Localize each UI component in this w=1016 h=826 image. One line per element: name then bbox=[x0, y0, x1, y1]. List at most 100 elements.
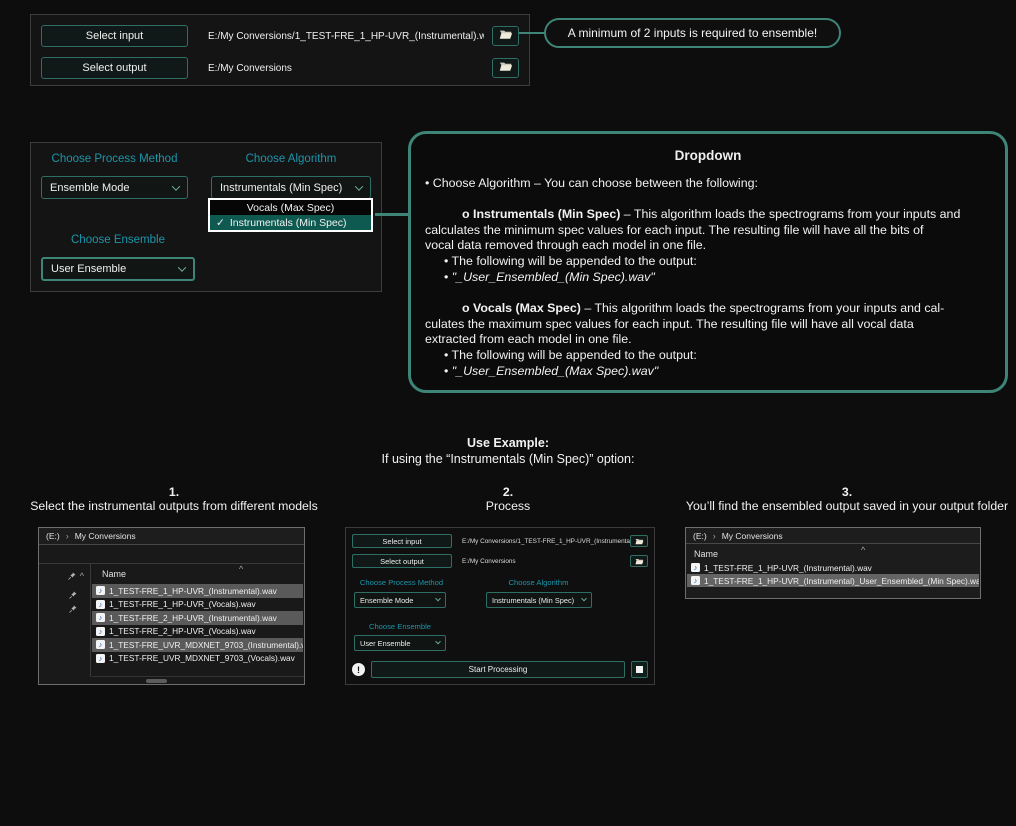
pin-icon bbox=[69, 605, 77, 613]
process-method-label: Choose Process Method bbox=[41, 153, 188, 165]
max-spec-suffix: "_User_Ensembled_(Max Spec).wav" bbox=[452, 364, 658, 378]
check-icon: ✓ bbox=[216, 217, 225, 229]
name-column-header[interactable]: Name bbox=[102, 569, 126, 579]
folder-icon bbox=[499, 59, 513, 77]
explorer-window-2: (E:) › My Conversions Name ^ ♪ 1_TEST-FR… bbox=[685, 527, 981, 599]
file-row[interactable]: ♪ 1_TEST-FRE_1_HP-UVR_(Instrumental).wav bbox=[92, 584, 303, 598]
audio-file-icon: ♪ bbox=[96, 627, 105, 636]
sort-caret-icon[interactable]: ^ bbox=[861, 547, 865, 553]
sort-caret-icon[interactable]: ^ bbox=[239, 566, 243, 572]
file-name: 1_TEST-FRE_UVR_MDXNET_9703_(Vocals).wav bbox=[109, 653, 295, 663]
min-spec-filename: • "_User_Ensembled_(Min Spec).wav" bbox=[425, 270, 991, 286]
dropdown-connector-line bbox=[375, 213, 408, 216]
browse-output-button[interactable] bbox=[492, 58, 519, 78]
file-row[interactable]: ♪ 1_TEST-FRE_1_HP-UVR_(Instrumental).wav bbox=[687, 561, 979, 574]
stop-icon bbox=[636, 666, 643, 673]
audio-file-icon: ♪ bbox=[96, 654, 105, 663]
file-name: 1_TEST-FRE_UVR_MDXNET_9703_(Instrumental… bbox=[109, 640, 303, 650]
algorithm-select[interactable]: Instrumentals (Min Spec) bbox=[211, 176, 371, 199]
browse-output-button[interactable] bbox=[630, 555, 648, 567]
name-column-header[interactable]: Name bbox=[694, 549, 718, 559]
ensemble-value: User Ensemble bbox=[51, 263, 126, 275]
select-output-button[interactable]: Select output bbox=[352, 554, 452, 568]
max-spec-line2: culates the maximum spec values for each… bbox=[425, 317, 991, 333]
process-method-label: Choose Process Method bbox=[354, 578, 449, 587]
pin-icon bbox=[69, 591, 77, 599]
ensemble-label: Choose Ensemble bbox=[41, 234, 195, 246]
use-example-title: Use Example: bbox=[0, 436, 1016, 450]
option-label: Instrumentals (Min Spec) bbox=[230, 217, 347, 229]
file-row[interactable]: ♪ 1_TEST-FRE_1_HP-UVR_(Instrumental)_Use… bbox=[687, 574, 979, 587]
pinned-item[interactable] bbox=[69, 605, 77, 613]
start-processing-button[interactable]: Start Processing bbox=[371, 661, 625, 678]
pinned-item[interactable] bbox=[69, 591, 77, 599]
folder-crumb[interactable]: My Conversions bbox=[722, 531, 783, 541]
file-name: 1_TEST-FRE_1_HP-UVR_(Instrumental).wav bbox=[704, 563, 872, 573]
min-spec-paragraph: o Instrumentals (Min Spec) – This algori… bbox=[425, 207, 991, 223]
file-name: 1_TEST-FRE_1_HP-UVR_(Instrumental).wav bbox=[109, 586, 277, 596]
min-spec-line3: vocal data removed through each model in… bbox=[425, 238, 991, 254]
max-spec-lead: o Vocals (Max Spec) bbox=[462, 301, 581, 315]
collapse-caret-icon[interactable]: ^ bbox=[80, 573, 84, 579]
bullet: • bbox=[444, 270, 452, 284]
horizontal-scrollbar-thumb[interactable] bbox=[146, 679, 167, 683]
drive-crumb[interactable]: (E:) bbox=[693, 531, 707, 541]
pin-icon bbox=[68, 572, 76, 580]
ensemble-select[interactable]: User Ensemble bbox=[354, 635, 446, 651]
file-row[interactable]: ♪ 1_TEST-FRE_UVR_MDXNET_9703_(Instrument… bbox=[92, 638, 303, 652]
explorer-window-1: (E:) › My Conversions ^ Name ^ ♪ 1_TEST-… bbox=[38, 527, 305, 685]
algorithm-option-vocals[interactable]: Vocals (Max Spec) bbox=[210, 200, 371, 215]
chevron-down-icon bbox=[581, 596, 587, 602]
output-path: E:/My Conversions bbox=[208, 63, 484, 74]
file-row[interactable]: ♪ 1_TEST-FRE_1_HP-UVR_(Vocals).wav bbox=[92, 598, 303, 612]
max-spec-filename: • "_User_Ensembled_(Max Spec).wav" bbox=[425, 364, 991, 380]
step-3-header: 3. You’ll find the ensembled output save… bbox=[678, 485, 1016, 513]
algorithm-label: Choose Algorithm bbox=[486, 578, 591, 587]
pinned-item[interactable]: ^ bbox=[68, 572, 84, 580]
audio-file-icon: ♪ bbox=[96, 586, 105, 595]
process-method-value: Ensemble Mode bbox=[360, 596, 413, 605]
audio-file-icon: ♪ bbox=[96, 613, 105, 622]
drive-crumb[interactable]: (E:) bbox=[46, 531, 60, 541]
bullet: • bbox=[444, 364, 452, 378]
file-row[interactable]: ♪ 1_TEST-FRE_UVR_MDXNET_9703_(Vocals).wa… bbox=[92, 652, 303, 666]
audio-file-icon: ♪ bbox=[96, 640, 105, 649]
process-method-select[interactable]: Ensemble Mode bbox=[354, 592, 446, 608]
min-spec-lead: o Instrumentals (Min Spec) bbox=[462, 207, 620, 221]
file-row[interactable]: ♪ 1_TEST-FRE_2_HP-UVR_(Vocals).wav bbox=[92, 625, 303, 639]
browse-input-button[interactable] bbox=[630, 535, 648, 547]
folder-crumb[interactable]: My Conversions bbox=[75, 531, 136, 541]
file-row[interactable]: ♪ 1_TEST-FRE_2_HP-UVR_(Instrumental).wav bbox=[92, 611, 303, 625]
algorithm-option-instrumentals[interactable]: ✓ Instrumentals (Min Spec) bbox=[210, 215, 371, 230]
ensemble-value: User Ensemble bbox=[360, 639, 411, 648]
select-input-button[interactable]: Select input bbox=[352, 534, 452, 548]
callout-connector-line bbox=[519, 32, 546, 34]
algorithm-value: Instrumentals (Min Spec) bbox=[220, 182, 342, 194]
output-path: E:/My Conversions bbox=[462, 558, 630, 565]
min-spec-line1: – This algorithm loads the spectrograms … bbox=[620, 207, 960, 221]
io-panel: Select input E:/My Conversions/1_TEST-FR… bbox=[30, 14, 530, 86]
output-row: Select output E:/My Conversions bbox=[41, 57, 519, 79]
process-method-select[interactable]: Ensemble Mode bbox=[41, 176, 188, 199]
min-spec-suffix: "_User_Ensembled_(Min Spec).wav" bbox=[452, 270, 655, 284]
ensemble-select[interactable]: User Ensemble bbox=[41, 257, 195, 281]
chevron-down-icon bbox=[435, 596, 441, 602]
step-number: 1. bbox=[3, 485, 345, 499]
horizontal-scrollbar[interactable] bbox=[92, 676, 304, 684]
step-number: 2. bbox=[408, 485, 608, 499]
chevron-down-icon bbox=[178, 263, 186, 271]
page: Select input E:/My Conversions/1_TEST-FR… bbox=[0, 0, 1016, 826]
breadcrumb-separator-icon: › bbox=[66, 531, 69, 541]
file-name: 1_TEST-FRE_1_HP-UVR_(Vocals).wav bbox=[109, 599, 256, 609]
algorithm-select[interactable]: Instrumentals (Min Spec) bbox=[486, 592, 592, 608]
folder-icon bbox=[635, 538, 644, 545]
select-output-button[interactable]: Select output bbox=[41, 57, 188, 79]
folder-icon bbox=[635, 558, 644, 565]
step-number: 3. bbox=[678, 485, 1016, 499]
browse-input-button[interactable] bbox=[492, 26, 519, 46]
input-row: Select input E:/My Conversions/1_TEST-FR… bbox=[41, 25, 519, 47]
chevron-down-icon bbox=[435, 639, 441, 645]
stop-button[interactable] bbox=[631, 661, 648, 678]
select-input-button[interactable]: Select input bbox=[41, 25, 188, 47]
info-button[interactable]: ! bbox=[352, 663, 365, 676]
